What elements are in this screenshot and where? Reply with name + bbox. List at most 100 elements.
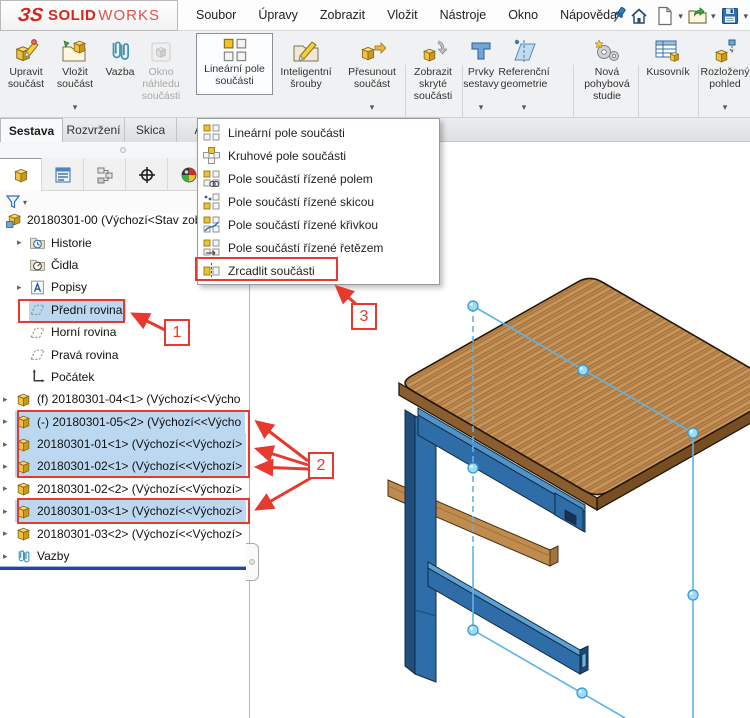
menu-item-circular-pattern[interactable]: Kruhové pole součásti xyxy=(198,144,439,167)
tab-dimxpertmanager[interactable] xyxy=(126,158,168,191)
linear-component-pattern-button[interactable]: Lineární pole součásti xyxy=(196,33,273,95)
menu-item-linear-pattern[interactable]: Lineární pole součásti xyxy=(198,121,439,144)
move-component-button[interactable]: Přesunout součást ▾ xyxy=(344,34,400,114)
menu-item-sketch-driven[interactable]: Pole součástí řízené skicou xyxy=(198,190,439,213)
configurationmanager-icon xyxy=(97,167,112,183)
assembly-features-icon xyxy=(468,34,494,64)
tree-item-part-02-2[interactable]: 20180301-02<2> (Výchozí<<Výchozí> xyxy=(0,478,249,500)
tree-item-part-04-1[interactable]: (f) 20180301-04<1> (Výchozí<<Výcho xyxy=(0,388,249,410)
tree-item-part-01-1[interactable]: 20180301-01<1> (Výchozí<<Výchozí> xyxy=(0,433,249,456)
new-document-icon[interactable] xyxy=(654,5,676,27)
expand-arrow-icon[interactable] xyxy=(17,282,29,293)
solidworks-window: ЗS SOLID WORKS Soubor Úpravy Zobrazit Vl… xyxy=(0,0,750,718)
insert-component-button[interactable]: Vložit součást ▾ xyxy=(52,34,98,114)
assembly-icon xyxy=(5,212,22,229)
save-dropdown-icon[interactable]: ▾ xyxy=(743,11,748,22)
edit-component-button[interactable]: Upravit součást xyxy=(2,34,50,114)
menu-item-chain-pattern[interactable]: Pole součástí řízené řetězem xyxy=(198,236,439,259)
reference-geometry-dropdown-icon[interactable]: ▾ xyxy=(522,101,527,113)
featuremanager-icon xyxy=(14,168,27,183)
pin-icon[interactable] xyxy=(608,4,630,26)
menu-soubor[interactable]: Soubor xyxy=(196,8,236,22)
tree-item-part-03-1[interactable]: 20180301-03<1> (Výchozí<<Výchozí> xyxy=(0,500,249,523)
move-component-dropdown-icon[interactable]: ▾ xyxy=(370,101,375,113)
menu-nastroje[interactable]: Nástroje xyxy=(440,8,487,22)
seat-support-bar[interactable] xyxy=(427,561,589,675)
expand-arrow-icon[interactable] xyxy=(3,394,15,405)
annotations-icon xyxy=(29,279,46,296)
open-document-icon[interactable] xyxy=(687,5,709,27)
expand-arrow-icon[interactable] xyxy=(3,483,15,494)
tab-featuremanager[interactable] xyxy=(0,158,42,191)
insert-component-dropdown-icon[interactable]: ▾ xyxy=(73,101,78,113)
history-icon xyxy=(29,234,46,251)
tab-skica[interactable]: Skica xyxy=(125,118,177,142)
dassault-mark-icon: ЗS xyxy=(16,4,45,26)
new-document-dropdown-icon[interactable]: ▾ xyxy=(678,11,683,22)
new-motion-study-icon xyxy=(593,34,621,64)
dimxpertmanager-icon xyxy=(138,166,155,183)
displaymanager-icon xyxy=(181,167,196,182)
component-preview-window-icon xyxy=(149,34,173,64)
tab-sestava[interactable]: Sestava xyxy=(0,118,63,142)
bill-of-materials-button[interactable]: Kusovník xyxy=(640,34,696,114)
expand-arrow-icon[interactable] xyxy=(3,528,15,539)
menu-zobrazit[interactable]: Zobrazit xyxy=(320,8,365,22)
menu-item-curve-driven[interactable]: Pole součástí řízené křivkou xyxy=(198,213,439,236)
tab-rozvrzeni[interactable]: Rozvržení xyxy=(63,118,125,142)
assembly-features-button[interactable]: Prvky sestavy ▾ xyxy=(463,34,499,114)
plane-icon xyxy=(29,324,46,341)
tree-item-part-03-2[interactable]: 20180301-03<2> (Výchozí<<Výchozí> xyxy=(0,522,249,544)
annotation-label-2: 2 xyxy=(308,452,334,479)
menu-item-pattern-driven[interactable]: Pole součástí řízené polem xyxy=(198,167,439,190)
tree-item-predni-rovina[interactable]: Přední rovina xyxy=(0,298,249,321)
command-manager-ribbon: Upravit součást Vložit součást ▾ Vazba O… xyxy=(0,31,750,143)
expand-arrow-icon[interactable] xyxy=(17,237,29,248)
new-motion-study-button[interactable]: Nová pohybová studie xyxy=(576,34,638,114)
menu-upravy[interactable]: Úpravy xyxy=(258,8,298,22)
chain-pattern-icon xyxy=(203,239,220,256)
smart-fasteners-button[interactable]: Inteligentní šrouby xyxy=(276,34,336,114)
linear-component-pattern-icon xyxy=(223,34,247,62)
part-icon xyxy=(15,436,32,453)
mate-button[interactable]: Vazba xyxy=(98,34,142,114)
tree-item-part-05-2[interactable]: (-) 20180301-05<2> (Výchozí<<Výcho xyxy=(0,410,249,433)
expand-arrow-icon[interactable] xyxy=(3,439,15,450)
edit-component-icon xyxy=(12,34,40,64)
tree-item-part-02-1[interactable]: 20180301-02<1> (Výchozí<<Výchozí> xyxy=(0,455,249,478)
quick-access-toolbar: ▾ ▾ ▾ xyxy=(628,3,748,29)
collapse-dot-icon xyxy=(120,147,126,153)
tree-item-horni-rovina[interactable]: Horní rovina xyxy=(0,321,249,343)
home-icon[interactable] xyxy=(628,5,650,27)
tree-item-pocatek[interactable]: Počátek xyxy=(0,366,249,388)
assembly-features-dropdown-icon[interactable]: ▾ xyxy=(479,101,484,113)
filter-dropdown-icon[interactable]: ▾ xyxy=(23,198,27,207)
desk-top[interactable] xyxy=(398,277,750,512)
menu-okno[interactable]: Okno xyxy=(508,8,538,22)
expand-arrow-icon[interactable] xyxy=(3,551,15,562)
save-icon[interactable] xyxy=(719,5,741,27)
menu-items: Soubor Úpravy Zobrazit Vložit Nástroje O… xyxy=(196,0,617,30)
expand-arrow-icon[interactable] xyxy=(3,506,15,517)
expand-arrow-icon[interactable] xyxy=(3,461,15,472)
tree-item-prava-rovina[interactable]: Pravá rovina xyxy=(0,343,249,365)
tree-item-vazby[interactable]: Vazby xyxy=(0,545,249,567)
desk-left-leg[interactable] xyxy=(404,409,437,683)
exploded-view-button[interactable]: Rozložený pohled ▾ xyxy=(700,34,750,114)
menu-vlozit[interactable]: Vložit xyxy=(387,8,418,22)
exploded-view-dropdown-icon[interactable]: ▾ xyxy=(723,101,728,113)
menu-item-mirror-components[interactable]: Zrcadlit součásti xyxy=(198,259,439,282)
reference-geometry-button[interactable]: Referenční geometrie ▾ xyxy=(498,34,550,114)
mirror-components-icon xyxy=(203,263,220,278)
panel-splitter[interactable] xyxy=(0,566,249,570)
part-icon xyxy=(15,413,32,430)
sensors-icon xyxy=(29,256,46,273)
open-document-dropdown-icon[interactable]: ▾ xyxy=(711,11,716,22)
show-hidden-components-button[interactable]: Zobrazit skryté součásti xyxy=(404,34,462,114)
tab-propertymanager[interactable] xyxy=(42,158,84,191)
reference-geometry-icon xyxy=(511,34,537,64)
bill-of-materials-icon xyxy=(654,34,682,64)
panel-flyout-handle[interactable] xyxy=(246,543,259,581)
expand-arrow-icon[interactable] xyxy=(3,416,15,427)
tab-configurationmanager[interactable] xyxy=(84,158,126,191)
